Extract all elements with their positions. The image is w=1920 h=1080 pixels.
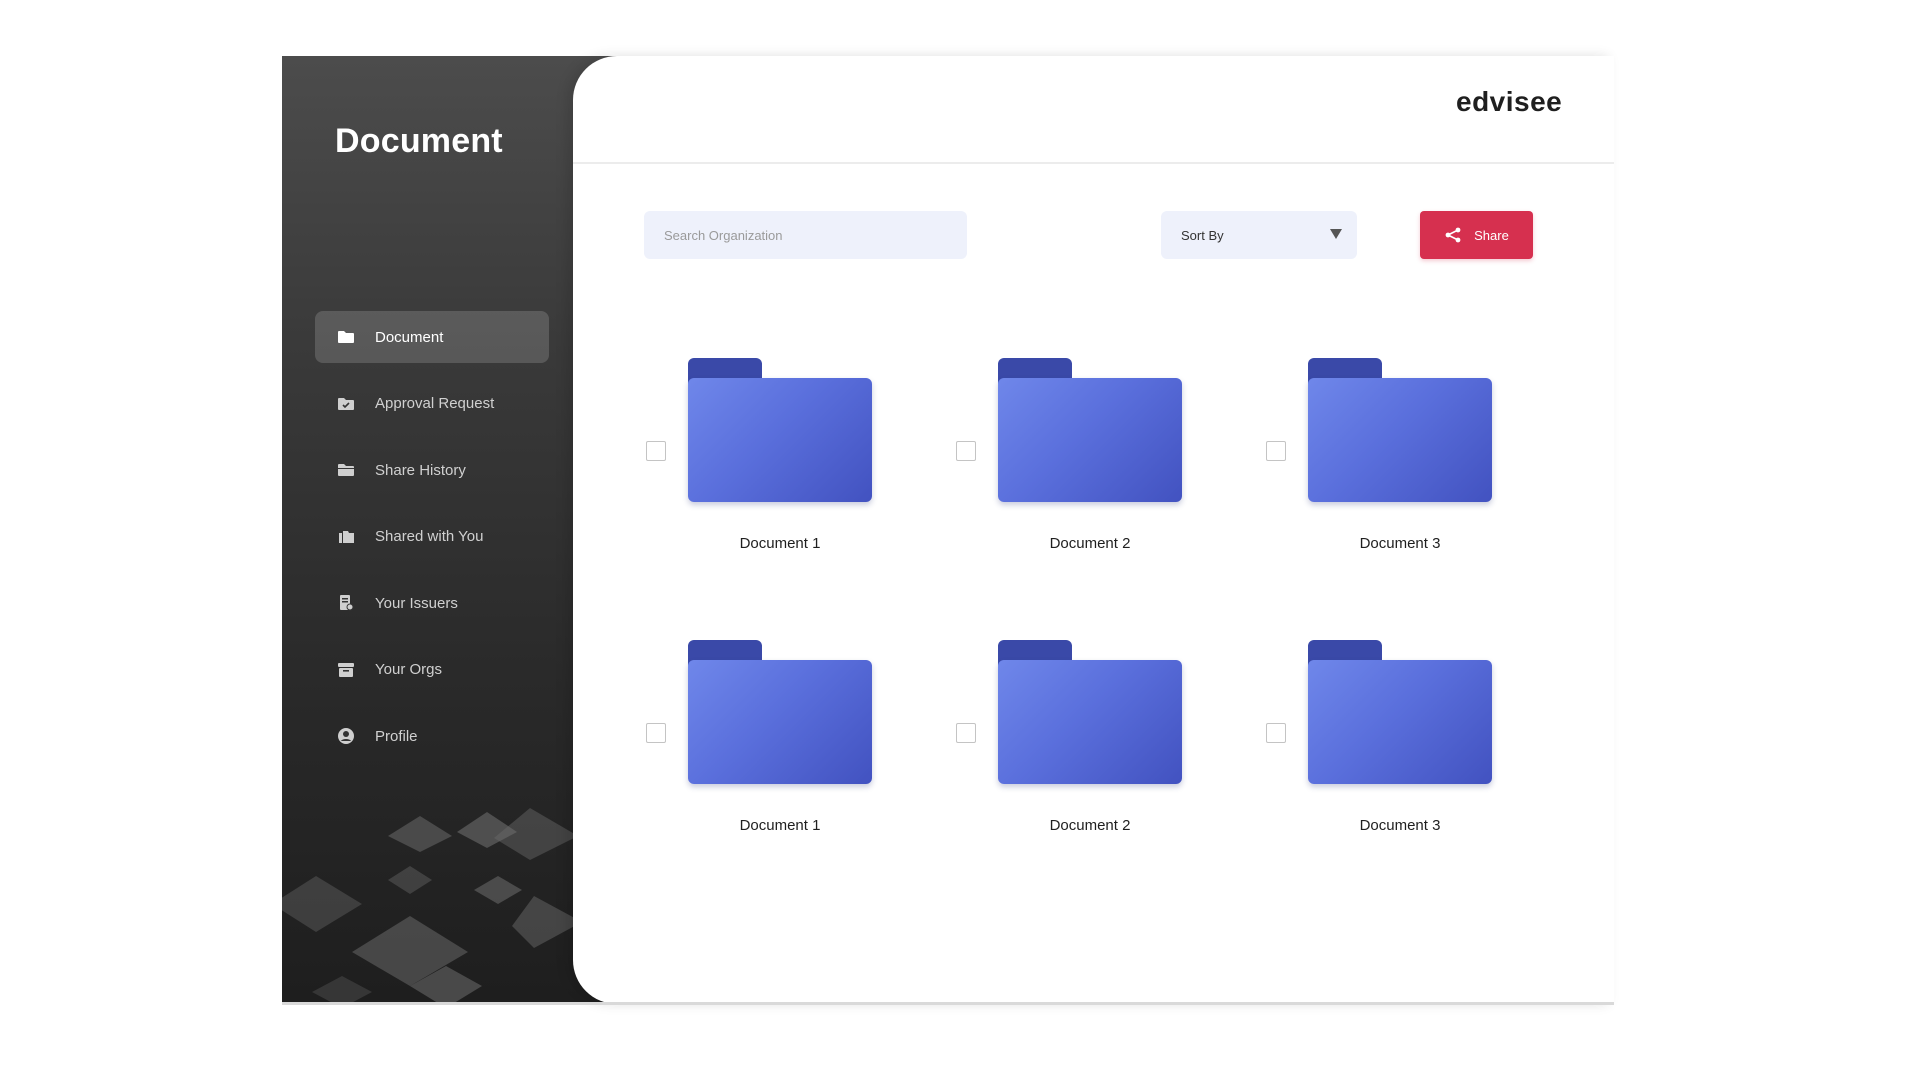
sidebar-item-label: Approval Request xyxy=(375,395,495,412)
folder-icon[interactable] xyxy=(998,640,1182,784)
document-label: Document 2 xyxy=(1049,817,1131,834)
document-label: Document 3 xyxy=(1359,817,1441,834)
sidebar-item-label: Your Issuers xyxy=(375,594,458,612)
sidebar-item-share-history[interactable]: Share History xyxy=(315,444,549,496)
document-label: Document 1 xyxy=(739,817,821,834)
user-circle-icon xyxy=(337,727,355,745)
share-icon xyxy=(1444,227,1462,243)
issuer-document-icon xyxy=(337,594,355,612)
decorative-diamond-pattern xyxy=(282,808,582,1002)
share-label: Share xyxy=(1474,227,1509,243)
sidebar-item-your-issuers[interactable]: Your Issuers xyxy=(315,577,549,629)
document-tile: Document 3 xyxy=(1266,640,1506,850)
sidebar-item-profile[interactable]: Profile xyxy=(315,710,549,762)
caret-down-icon xyxy=(1329,228,1343,243)
document-checkbox[interactable] xyxy=(956,441,976,461)
sidebar-item-label: Profile xyxy=(375,727,418,745)
app-window: Document Document Approval Request Share… xyxy=(282,56,1614,1004)
search-input[interactable] xyxy=(644,211,967,259)
document-tile: Document 2 xyxy=(956,640,1196,850)
document-checkbox[interactable] xyxy=(1266,441,1286,461)
document-tile: Document 2 xyxy=(956,358,1196,568)
folder-icon[interactable] xyxy=(688,640,872,784)
document-checkbox[interactable] xyxy=(1266,723,1286,743)
shared-files-icon xyxy=(337,528,355,546)
frame-bottom-divider xyxy=(282,1002,1614,1005)
share-button[interactable]: Share xyxy=(1420,211,1533,259)
archive-box-icon xyxy=(337,661,355,679)
document-tile: Document 1 xyxy=(646,640,886,850)
document-label: Document 2 xyxy=(1049,535,1131,552)
sort-by-dropdown[interactable]: Sort By xyxy=(1161,211,1357,259)
sort-by-label: Sort By xyxy=(1181,227,1224,243)
sidebar-item-your-orgs[interactable]: Your Orgs xyxy=(315,644,549,696)
folder-icon[interactable] xyxy=(688,358,872,502)
sidebar-item-label: Document xyxy=(375,328,444,346)
sidebar-item-approval-request[interactable]: Approval Request xyxy=(315,378,549,430)
document-tile: Document 3 xyxy=(1266,358,1506,568)
document-label: Document 3 xyxy=(1359,535,1441,552)
document-checkbox[interactable] xyxy=(956,723,976,743)
sidebar-item-shared-with-you[interactable]: Shared with You xyxy=(315,511,549,563)
sidebar-item-label: Shared with You xyxy=(375,528,484,545)
open-folder-icon xyxy=(337,461,355,479)
folder-icon[interactable] xyxy=(1308,640,1492,784)
sidebar-title: Document xyxy=(335,122,503,160)
header-divider xyxy=(573,162,1614,164)
sidebar-item-label: Your Orgs xyxy=(375,661,442,678)
approval-folder-icon xyxy=(337,395,355,413)
brand-logo: edvisee xyxy=(1456,86,1563,117)
sidebar-nav: Document Approval Request Share History … xyxy=(315,311,549,777)
document-checkbox[interactable] xyxy=(646,723,666,743)
folder-icon xyxy=(337,328,355,346)
document-checkbox[interactable] xyxy=(646,441,666,461)
sidebar-item-label: Share History xyxy=(375,461,466,479)
folder-icon[interactable] xyxy=(1308,358,1492,502)
folder-icon[interactable] xyxy=(998,358,1182,502)
document-label: Document 1 xyxy=(739,535,821,552)
main-panel: edvisee Sort By Share xyxy=(573,56,1614,1004)
document-tile: Document 1 xyxy=(646,358,886,568)
sidebar-item-document[interactable]: Document xyxy=(315,311,549,363)
